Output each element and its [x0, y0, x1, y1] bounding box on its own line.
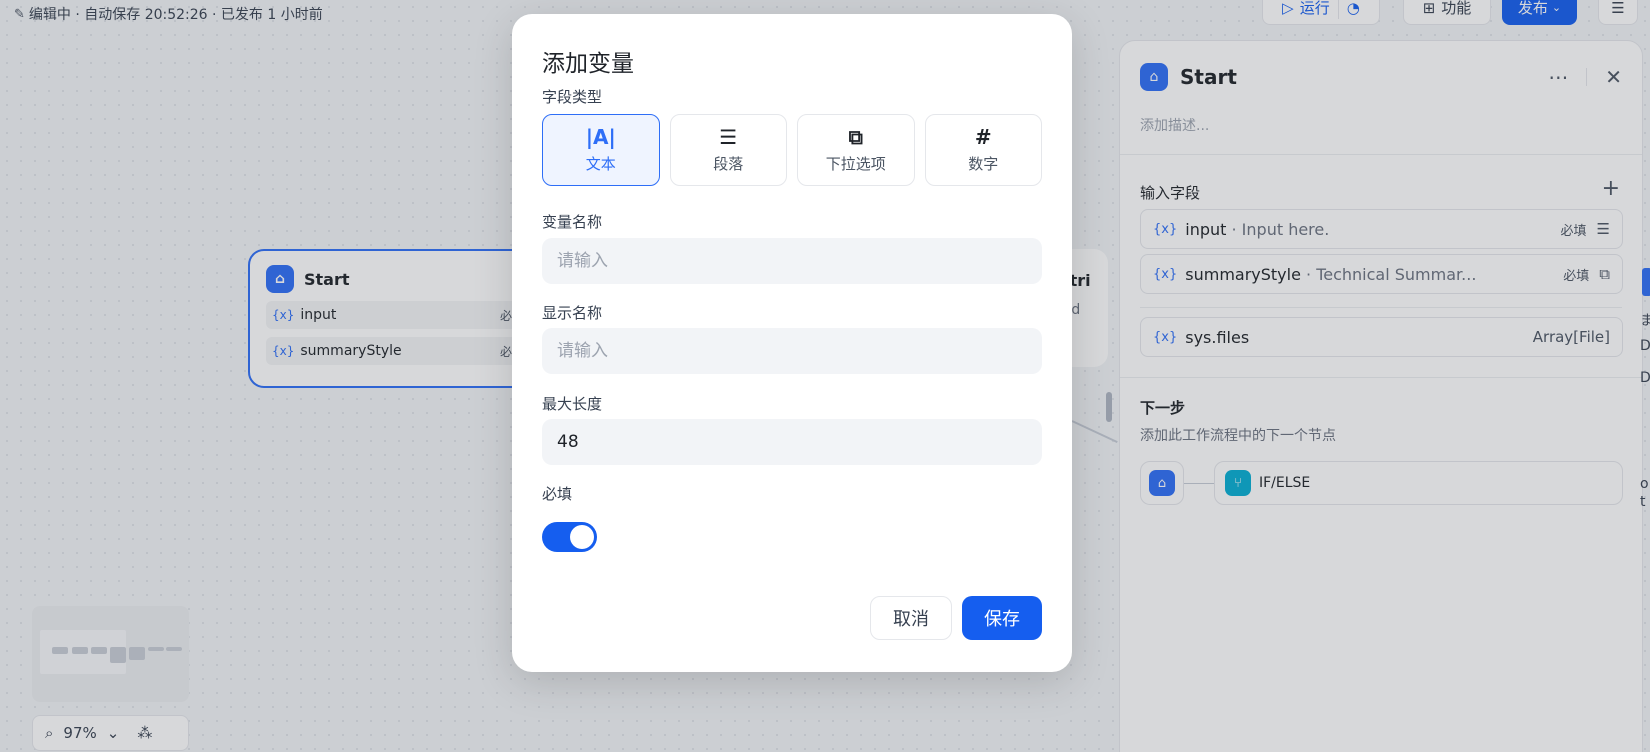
type-option-paragraph[interactable]: ☰ 段落 — [669, 114, 787, 186]
max-length-label: 最大长度 — [542, 395, 603, 413]
select-icon: ⧉ — [848, 124, 863, 149]
type-option-select[interactable]: ⧉ 下拉选项 — [797, 114, 915, 186]
type-option-number[interactable]: # 数字 — [924, 114, 1042, 186]
variable-name-label: 变量名称 — [542, 213, 603, 231]
required-toggle[interactable] — [542, 522, 597, 552]
cancel-button[interactable]: 取消 — [870, 596, 952, 640]
add-variable-modal: 添加变量 字段类型 |A| 文本 ☰ 段落 ⧉ 下拉选项 # 数字 变量名称 显… — [512, 14, 1072, 672]
max-length-input[interactable] — [542, 419, 1042, 465]
required-label: 必填 — [542, 485, 573, 503]
type-option-label: 段落 — [713, 154, 744, 173]
toggle-knob — [570, 525, 594, 549]
modal-title: 添加变量 — [542, 51, 634, 77]
type-option-label: 数字 — [968, 154, 999, 173]
variable-name-input[interactable] — [542, 238, 1042, 284]
type-option-label: 下拉选项 — [825, 154, 886, 173]
field-type-selector: |A| 文本 ☰ 段落 ⧉ 下拉选项 # 数字 — [542, 114, 1042, 186]
type-option-text[interactable]: |A| 文本 — [542, 114, 660, 186]
number-icon: # — [974, 124, 992, 149]
field-type-label: 字段类型 — [542, 88, 603, 106]
text-input-icon: |A| — [585, 124, 616, 149]
display-name-label: 显示名称 — [542, 304, 603, 322]
paragraph-icon: ☰ — [719, 124, 738, 149]
type-option-label: 文本 — [585, 154, 616, 173]
display-name-input[interactable] — [542, 328, 1042, 374]
save-button[interactable]: 保存 — [962, 596, 1042, 640]
